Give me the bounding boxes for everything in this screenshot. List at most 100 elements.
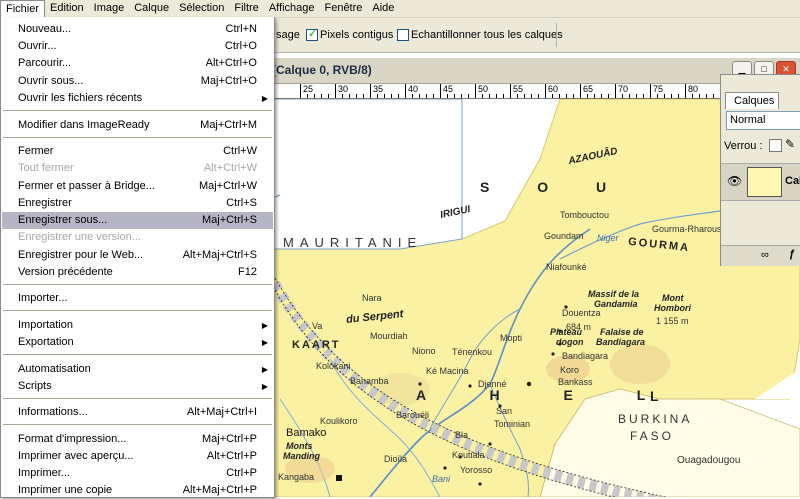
map-label-sahel: A H E L	[416, 387, 676, 403]
menu-separator	[3, 424, 272, 425]
ruler-minor-tick	[314, 94, 315, 98]
ruler-number: 30	[338, 84, 349, 94]
menu-item-informations[interactable]: Informations... Alt+Maj+Ctrl+I	[2, 404, 273, 421]
menu-item-enregistrer-version[interactable]: Enregistrer une version...	[2, 229, 273, 246]
map-label-gourma-rharous: Gourma-Rharous	[652, 224, 722, 234]
map-label-koutiala: Koutiala	[452, 450, 485, 460]
map-label-va: Va	[312, 321, 323, 331]
checkmark-icon: ✓	[308, 28, 318, 40]
map-label-koulikoro: Koulikoro	[320, 416, 358, 426]
menu-item-imprimer-copie[interactable]: Imprimer une copie Alt+Maj+Ctrl+P	[2, 482, 273, 499]
menu-fichier[interactable]: Fichier	[0, 0, 46, 17]
menu-separator	[3, 284, 272, 285]
menu-item-importer[interactable]: Importer...	[2, 290, 273, 307]
menu-item-version-precedente[interactable]: Version précédente F12	[2, 264, 273, 281]
ruler-minor-tick	[713, 94, 714, 98]
menu-item-importation[interactable]: Importation ▶	[2, 317, 273, 334]
menu-item-automatisation[interactable]: Automatisation ▶	[2, 361, 273, 378]
pixels-contigus-checkbox[interactable]: ✓	[306, 28, 318, 41]
menu-separator	[3, 137, 272, 138]
menu-item-enregistrer[interactable]: Enregistrer Ctrl+S	[2, 195, 273, 212]
ruler-minor-tick	[454, 94, 455, 98]
menu-bar: Fichier Edition Image Calque Sélection F…	[0, 0, 800, 18]
menu-item-imprimer-apercu[interactable]: Imprimer avec aperçu... Alt+Ctrl+P	[2, 448, 273, 465]
menu-item-format-impression[interactable]: Format d'impression... Maj+Ctrl+P	[2, 431, 273, 448]
ruler-minor-tick	[363, 94, 364, 98]
menu-filtre[interactable]: Filtre	[229, 0, 263, 17]
menu-item-enregistrer-web[interactable]: Enregistrer pour le Web... Alt+Maj+Ctrl+S	[2, 247, 273, 264]
ruler-major-tick	[370, 84, 371, 98]
ruler-minor-tick	[503, 94, 504, 98]
menu-item-scripts[interactable]: Scripts ▶	[2, 378, 273, 395]
fx-icon[interactable]: ƒ	[789, 248, 795, 260]
ruler-minor-tick	[468, 94, 469, 98]
menu-separator	[3, 398, 272, 399]
map-label-dogon: dogon	[556, 337, 584, 347]
map-label-nara: Nara	[362, 293, 382, 303]
blend-mode-select[interactable]: Normal	[726, 111, 800, 130]
ruler-minor-tick	[699, 94, 700, 98]
layers-panel-footer: ∞ ƒ	[721, 245, 800, 266]
menu-affichage[interactable]: Affichage	[264, 0, 320, 17]
ruler-minor-tick	[622, 94, 623, 98]
tab-calques[interactable]: Calques	[725, 92, 779, 109]
menu-item-ouvrir[interactable]: Ouvrir... Ctrl+O	[2, 38, 273, 55]
ruler-minor-tick	[412, 94, 413, 98]
map-label-kangaba: Kangaba	[278, 472, 315, 482]
menu-item-imageready[interactable]: Modifier dans ImageReady Maj+Ctrl+M	[2, 117, 273, 134]
ruler-major-tick	[440, 84, 441, 98]
map-label-douentza: Douentza	[562, 308, 601, 318]
ruler-minor-tick	[461, 94, 462, 98]
echantillonner-checkbox[interactable]	[397, 29, 409, 41]
map-label-mauritanie: MAURITANIE	[283, 235, 423, 250]
map-label-falaise: Falaise de	[600, 327, 644, 337]
ruler-minor-tick	[356, 94, 357, 98]
eye-icon[interactable]: 👁	[727, 174, 742, 188]
ruler-minor-tick	[447, 94, 448, 98]
ruler-major-tick	[650, 84, 651, 98]
menu-item-exportation[interactable]: Exportation ▶	[2, 334, 273, 351]
menu-item-enregistrer-sous[interactable]: Enregistrer sous... Maj+Ctrl+S	[2, 212, 273, 229]
ruler-major-tick	[335, 84, 336, 98]
ruler-number: 50	[478, 84, 489, 94]
menu-selection[interactable]: Sélection	[174, 0, 229, 17]
ruler-major-tick	[615, 84, 616, 98]
map-label-bandiagara: Bandiagara	[562, 351, 609, 361]
map-label-tombouctou: Tombouctou	[560, 210, 610, 220]
map-label-yorosso: Yorosso	[460, 465, 493, 475]
link-icon[interactable]: ∞	[761, 249, 769, 261]
menu-item-parcourir[interactable]: Parcourir... Alt+Ctrl+O	[2, 55, 273, 72]
ruler-major-tick	[475, 84, 476, 98]
menu-aide[interactable]: Aide	[367, 0, 399, 17]
menu-item-tout-fermer[interactable]: Tout fermer Alt+Ctrl+W	[2, 160, 273, 177]
menu-fenetre[interactable]: Fenêtre	[319, 0, 367, 17]
menu-item-ouvrir-sous[interactable]: Ouvrir sous... Maj+Ctrl+O	[2, 73, 273, 90]
menu-calque[interactable]: Calque	[129, 0, 174, 17]
map-label-kolokani: Kolokani	[316, 361, 351, 371]
ruler-minor-tick	[496, 94, 497, 98]
submenu-arrow-icon: ▶	[261, 382, 268, 391]
lock-label: Verrou :	[724, 140, 763, 152]
menu-item-fermer[interactable]: Fermer Ctrl+W	[2, 143, 273, 160]
map-label-hombori-altitude: 1 155 m	[656, 316, 689, 326]
lock-transparency-icon[interactable]	[769, 139, 782, 152]
ruler-number: 25	[303, 84, 314, 94]
layer-row[interactable]: 👁 Cal	[721, 163, 800, 201]
map-label-baroueli: Barouéli	[396, 410, 430, 420]
brush-icon[interactable]: ✎	[785, 137, 795, 151]
ruler-number: 80	[688, 84, 699, 94]
ruler-minor-tick	[566, 94, 567, 98]
ruler-minor-tick	[524, 94, 525, 98]
pixels-contigus-label: Pixels contigus	[320, 29, 394, 41]
menu-image[interactable]: Image	[89, 0, 130, 17]
tab-calques-label: Calques	[734, 95, 775, 107]
map-label-bla: Bla	[455, 430, 469, 440]
menu-edition[interactable]: Edition	[45, 0, 89, 17]
menu-item-nouveau[interactable]: Nouveau... Ctrl+N	[2, 21, 273, 38]
submenu-arrow-icon: ▶	[261, 94, 268, 103]
menu-item-fermer-bridge[interactable]: Fermer et passer à Bridge... Maj+Ctrl+W	[2, 178, 273, 195]
menu-item-fichiers-recents[interactable]: Ouvrir les fichiers récents ▶	[2, 90, 273, 107]
ruler-minor-tick	[608, 94, 609, 98]
menu-item-imprimer[interactable]: Imprimer... Ctrl+P	[2, 465, 273, 482]
map-label-koro: Koro	[560, 365, 580, 375]
